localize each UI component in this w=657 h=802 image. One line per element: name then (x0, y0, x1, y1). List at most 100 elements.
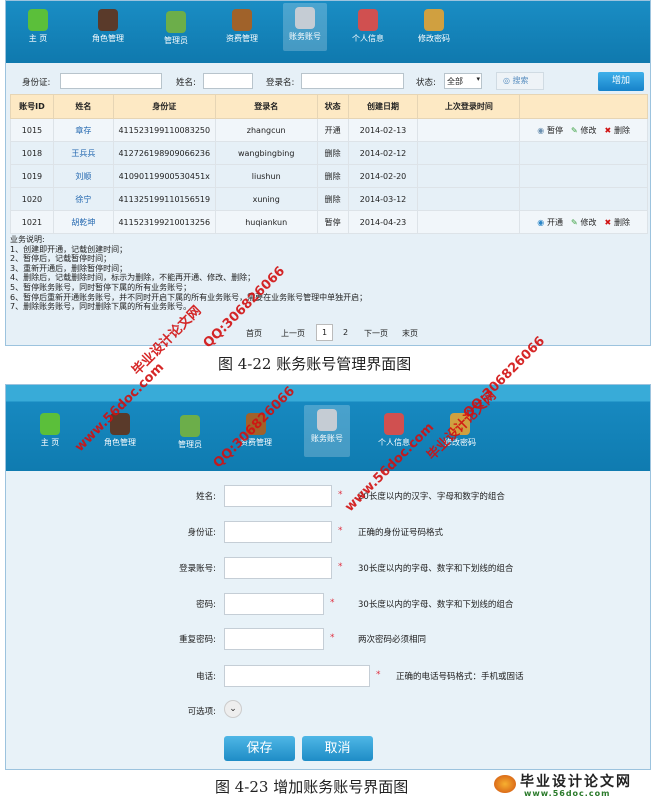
pause-button[interactable]: ◉ 暂停 (537, 126, 563, 135)
clipboard-icon (317, 409, 337, 431)
note-line: 3、重新开通后，删除暂停时间； (10, 263, 128, 273)
column-header: 身份证 (112, 94, 216, 119)
first-page-link[interactable]: 首页 (246, 328, 262, 339)
delete-icon: ✖ (604, 125, 614, 135)
form-input[interactable] (224, 628, 324, 650)
site-logo: 毕业设计论文网 www.56doc.com (494, 771, 654, 799)
form-input[interactable] (224, 665, 370, 687)
users-icon (384, 413, 404, 435)
column-header: 上次登录时间 (417, 94, 521, 119)
login-search-input[interactable] (301, 73, 404, 89)
delete-button[interactable]: ✖ 删除 (604, 126, 630, 135)
idcard-label: 身份证: (22, 78, 51, 88)
cell-name[interactable]: 徐宁 (52, 187, 114, 211)
field-label: 重复密码: (179, 635, 216, 645)
action-label: 删除 (613, 217, 630, 227)
cancel-button[interactable]: 取消 (302, 736, 373, 761)
cell-actions: ◉ 开通 ✎ 修改 ✖ 删除 (519, 210, 648, 234)
field-label: 密码: (196, 600, 216, 610)
note-line: 5、暂停账务账号，同时暂停下属的所有业务账号； (10, 282, 192, 292)
page-2[interactable]: 2 (343, 328, 348, 337)
cell-last (417, 164, 521, 188)
page-1[interactable]: 1 (316, 324, 334, 341)
form-input[interactable] (224, 521, 332, 543)
logo-icon (494, 775, 516, 793)
idcard-search-input[interactable] (60, 73, 162, 89)
save-button[interactable]: 保存 (224, 736, 295, 761)
field-label: 电话: (196, 672, 216, 682)
business-notes: 业务说明: 1、创建即开通，记载创建时间； 2、暂停后，记载暂停时间； 3、重新开通后… (10, 235, 367, 312)
required-mark: * (330, 633, 335, 643)
cell-idcard: 411523199110083250 (112, 118, 216, 142)
required-mark: * (338, 490, 343, 500)
nav-home[interactable]: 主 页 (16, 5, 60, 44)
nav-billing-accounts[interactable]: 账务账号 (283, 3, 327, 51)
enable-icon: ◉ (537, 217, 547, 227)
login-label: 登录名: (266, 78, 295, 88)
cell-status: 开通 (316, 118, 349, 142)
cell-created: 2014-04-23 (347, 210, 419, 234)
cell-status: 暂停 (316, 210, 349, 234)
account-management-screenshot: 主 页 角色管理 管理员 资费管理 账务账号 个人信息 修改密码 身份证: 姓名… (5, 0, 651, 346)
cell-status: 删除 (316, 187, 349, 211)
field-hint: 正确的身份证号码格式 (358, 528, 444, 538)
status-select[interactable]: 全部 ▾ (444, 73, 482, 89)
delete-button[interactable]: ✖ 删除 (604, 218, 630, 227)
home-icon (28, 9, 48, 31)
field-label: 登录账号: (179, 564, 216, 574)
cell-login: zhangcun (214, 118, 318, 142)
last-page-link[interactable]: 末页 (402, 328, 418, 339)
action-label: 开通 (546, 217, 563, 227)
search-button[interactable]: ◎ 搜索 (496, 72, 544, 90)
optional-label: 可选项: (187, 707, 216, 717)
nav-home[interactable]: 主 页 (28, 409, 72, 448)
nav-change-password[interactable]: 修改密码 (412, 5, 456, 44)
accounts-table: 账号ID 姓名 身份证 登录名 状态 创建日期 上次登录时间 1015 章存 411523199… (10, 94, 648, 234)
expand-options-button[interactable]: ⌄ (224, 700, 242, 718)
role-icon (98, 9, 118, 31)
top-nav: 主 页 角色管理 管理员 资费管理 账务账号 个人信息 修改密码 (6, 1, 650, 63)
nav-roles[interactable]: 角色管理 (86, 5, 130, 44)
table-row: 1019 刘顺 41090119900530451x liushun 删除 2014-02… (10, 164, 648, 188)
note-line: 1、创建即开通，记载创建时间； (10, 244, 128, 254)
name-search-input[interactable] (203, 73, 253, 89)
enable-button[interactable]: ◉ 开通 (537, 218, 563, 227)
prev-page-link[interactable]: 上一页 (281, 328, 305, 339)
next-page-link[interactable]: 下一页 (364, 328, 388, 339)
table-row: 1018 王兵兵 412726198909066236 wangbingbing 删除 2… (10, 141, 648, 165)
column-header: 状态 (316, 94, 349, 119)
nav-admin[interactable]: 管理员 (168, 411, 212, 450)
form-input[interactable] (224, 557, 332, 579)
edit-button[interactable]: ✎ 修改 (571, 218, 597, 227)
field-hint: 30长度以内的字母、数字和下划线的组合 (358, 600, 514, 610)
cell-actions (519, 141, 648, 165)
add-button[interactable]: 增加 (598, 72, 644, 91)
nav-profile[interactable]: 个人信息 (346, 5, 390, 44)
cell-id: 1015 (10, 118, 54, 142)
cell-login: wangbingbing (214, 141, 318, 165)
cell-id: 1021 (10, 210, 54, 234)
nav-admin[interactable]: 管理员 (154, 7, 198, 46)
delete-icon: ✖ (604, 217, 614, 227)
status-label: 状态: (416, 78, 436, 88)
nav-billing-accounts[interactable]: 账务账号 (304, 405, 350, 457)
field-label: 姓名: (196, 492, 216, 502)
cell-name[interactable]: 胡乾坤 (52, 210, 114, 234)
nav-fees[interactable]: 资费管理 (220, 5, 264, 44)
edit-button[interactable]: ✎ 修改 (571, 126, 597, 135)
cell-name[interactable]: 章存 (52, 118, 114, 142)
form-input[interactable] (224, 593, 324, 615)
field-hint: 两次密码必须相同 (358, 635, 427, 645)
cell-name[interactable]: 刘顺 (52, 164, 114, 188)
chevron-down-icon: ▾ (476, 75, 480, 83)
cell-actions: ◉ 暂停 ✎ 修改 ✖ 删除 (519, 118, 648, 142)
cell-id: 1020 (10, 187, 54, 211)
required-mark: * (376, 670, 381, 680)
cell-name[interactable]: 王兵兵 (52, 141, 114, 165)
cell-id: 1018 (10, 141, 54, 165)
table-row: 1015 章存 411523199110083250 zhangcun 开通 2014-0… (10, 118, 648, 142)
form-input[interactable] (224, 485, 332, 507)
column-header (519, 94, 648, 119)
action-label: 暂停 (546, 125, 563, 135)
cell-created: 2014-02-12 (347, 141, 419, 165)
